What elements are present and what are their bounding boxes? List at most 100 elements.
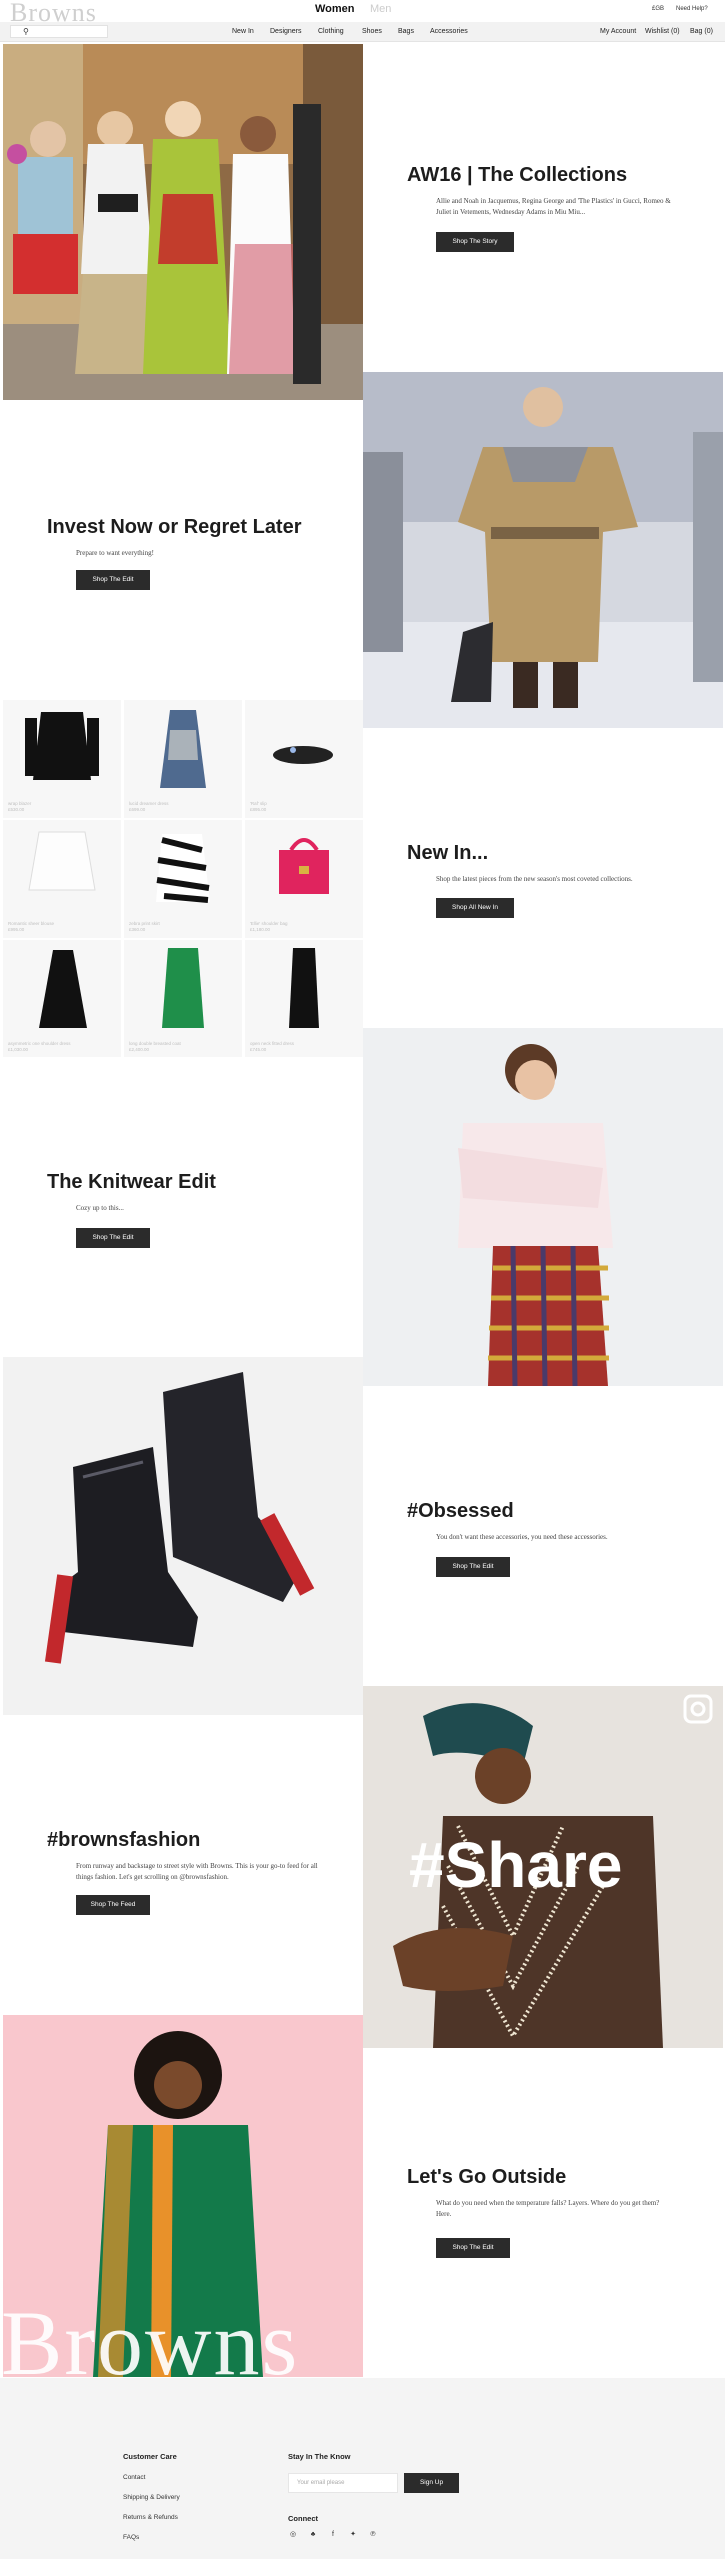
- main-nav: ⚲ New In Designers Clothing Shoes Bags A…: [0, 22, 725, 42]
- pinterest-icon[interactable]: ℗: [368, 2530, 378, 2540]
- knitwear-image[interactable]: [363, 1028, 723, 1386]
- aw16-collections-image[interactable]: [3, 44, 363, 400]
- product-grid: wrap blazer £530.00 lucid dreamer dress £6…: [3, 700, 363, 1058]
- product-price: £745.00: [250, 1047, 267, 1052]
- nav-bags[interactable]: Bags: [398, 28, 414, 35]
- product-name: asymmetric one shoulder dress: [8, 1041, 71, 1046]
- obsessed-boots-image[interactable]: [3, 1357, 363, 1715]
- lets-go-outside-description: What do you need when the temperature fa…: [436, 2199, 660, 2218]
- nav-clothing[interactable]: Clothing: [318, 28, 344, 35]
- obsessed-text-panel: #Obsessed You don't want these accessori…: [363, 1386, 725, 1686]
- share-instagram-image[interactable]: #Share: [363, 1686, 723, 2048]
- green-coat-image: [162, 948, 204, 1028]
- instagram-icon[interactable]: ◎: [288, 2530, 298, 2540]
- product-card[interactable]: asymmetric one shoulder dress £1,030.00: [3, 940, 121, 1058]
- product-name: wrap blazer: [8, 801, 32, 806]
- product-price: £1,030.00: [8, 1047, 29, 1052]
- product-price: £360.00: [129, 927, 146, 932]
- facebook-icon[interactable]: f: [328, 2530, 338, 2540]
- sign-up-button[interactable]: Sign Up: [404, 2473, 459, 2493]
- dress-image: [160, 710, 206, 788]
- search-icon: ⚲: [23, 27, 29, 36]
- product-name: open neck fitted dress: [250, 1041, 295, 1046]
- my-account-link[interactable]: My Account: [600, 28, 636, 35]
- nav-new-in[interactable]: New In: [232, 28, 254, 35]
- product-card[interactable]: open neck fitted dress £745.00: [245, 940, 363, 1058]
- twitter-icon[interactable]: ✦: [348, 2530, 358, 2540]
- stay-in-the-know-heading: Stay In The Know: [288, 2452, 351, 2461]
- product-price: £699.00: [129, 807, 146, 812]
- product-price: £2,400.00: [129, 1047, 150, 1052]
- product-card[interactable]: wrap blazer £530.00: [3, 700, 121, 818]
- shop-the-edit-button[interactable]: Shop The Edit: [436, 1557, 510, 1577]
- currency-selector[interactable]: £GB: [652, 6, 664, 12]
- wishlist-link[interactable]: Wishlist (0): [645, 28, 680, 35]
- knitwear-text-panel: The Knitwear Edit Cozy up to this... Sho…: [3, 1057, 363, 1357]
- bag-link[interactable]: Bag (0): [690, 28, 713, 35]
- product-price: £530.00: [8, 807, 25, 812]
- lets-go-outside-title: Let's Go Outside: [407, 2166, 567, 2188]
- browns-watermark: Browns: [3, 2292, 300, 2377]
- men-tab[interactable]: Men: [370, 3, 391, 15]
- customer-care-heading: Customer Care: [123, 2452, 177, 2461]
- snapchat-icon[interactable]: ♣: [308, 2530, 318, 2540]
- product-card[interactable]: 'Raf' slip £895.00: [245, 700, 363, 818]
- nav-shoes[interactable]: Shoes: [362, 28, 382, 35]
- skirt-image: [156, 834, 210, 903]
- shop-all-new-in-button[interactable]: Shop All New In: [436, 898, 514, 918]
- product-card[interactable]: Romantic sheer blouse £995.00: [3, 820, 121, 938]
- invest-description: Prepare to want everything!: [76, 549, 154, 557]
- shipping-link[interactable]: Shipping & Delivery: [123, 2494, 180, 2501]
- shop-the-edit-button[interactable]: Shop The Edit: [436, 2238, 510, 2258]
- slip-image: [273, 746, 333, 764]
- invest-text-panel: Invest Now or Regret Later Prepare to wa…: [3, 400, 363, 700]
- aw16-title: AW16 | The Collections: [407, 164, 628, 186]
- product-card[interactable]: lucid dreamer dress £699.00: [124, 700, 242, 818]
- one-shoulder-dress-image: [39, 950, 87, 1028]
- product-name: lucid dreamer dress: [129, 801, 169, 806]
- blouse-image: [28, 831, 96, 891]
- fitted-dress-image: [289, 948, 319, 1028]
- women-tab[interactable]: Women: [315, 3, 355, 15]
- new-in-description: Shop the latest pieces from the new seas…: [436, 875, 633, 883]
- bag-image: [279, 838, 329, 894]
- obsessed-title: #Obsessed: [407, 1500, 514, 1522]
- brownsfashion-title: #brownsfashion: [47, 1829, 201, 1851]
- instagram-icon[interactable]: [683, 1694, 713, 1724]
- connect-heading: Connect: [288, 2514, 318, 2523]
- search-input[interactable]: ⚲: [10, 25, 108, 38]
- product-card[interactable]: zebra print skirt £360.00: [124, 820, 242, 938]
- faqs-link[interactable]: FAQs: [123, 2534, 139, 2541]
- new-in-text-panel: New In... Shop the latest pieces from th…: [363, 728, 725, 1028]
- blazer-image: [25, 712, 99, 780]
- knitwear-title: The Knitwear Edit: [47, 1171, 216, 1193]
- footer: Customer Care Contact Shipping & Deliver…: [0, 2378, 725, 2559]
- knitwear-description: Cozy up to this...: [76, 1204, 124, 1212]
- product-name: Romantic sheer blouse: [8, 921, 55, 926]
- product-name: long double breasted coat: [129, 1041, 181, 1046]
- nav-accessories[interactable]: Accessories: [430, 28, 468, 35]
- nav-designers[interactable]: Designers: [270, 28, 302, 35]
- product-card[interactable]: long double breasted coat £2,400.00: [124, 940, 242, 1058]
- invest-runway-image[interactable]: [363, 372, 723, 728]
- top-bar: Browns Women Men £GB Need Help?: [0, 0, 725, 26]
- product-price: £995.00: [8, 927, 25, 932]
- share-overlay-text: #Share: [409, 1829, 623, 1901]
- brownsfashion-description: From runway and backstage to street styl…: [76, 1862, 318, 1881]
- product-price: £895.00: [250, 807, 267, 812]
- product-name: zebra print skirt: [129, 921, 160, 926]
- aw16-text-panel: AW16 | The Collections Allie and Noah in…: [363, 44, 725, 374]
- shop-the-edit-button[interactable]: Shop The Edit: [76, 570, 150, 590]
- contact-link[interactable]: Contact: [123, 2474, 145, 2481]
- email-field[interactable]: Your email please: [288, 2473, 398, 2493]
- brownsfashion-text-panel: #brownsfashion From runway and backstage…: [3, 1715, 363, 2015]
- shop-the-feed-button[interactable]: Shop The Feed: [76, 1895, 150, 1915]
- product-price: £1,180.00: [250, 927, 271, 932]
- product-name: 'Raf' slip: [250, 801, 267, 806]
- product-card[interactable]: 'Ellie' shoulder bag £1,180.00: [245, 820, 363, 938]
- shop-the-story-button[interactable]: Shop The Story: [436, 232, 514, 252]
- lets-go-outside-image[interactable]: Browns: [3, 2015, 363, 2377]
- shop-the-edit-button[interactable]: Shop The Edit: [76, 1228, 150, 1248]
- help-link[interactable]: Need Help?: [676, 6, 708, 12]
- returns-link[interactable]: Returns & Refunds: [123, 2514, 178, 2521]
